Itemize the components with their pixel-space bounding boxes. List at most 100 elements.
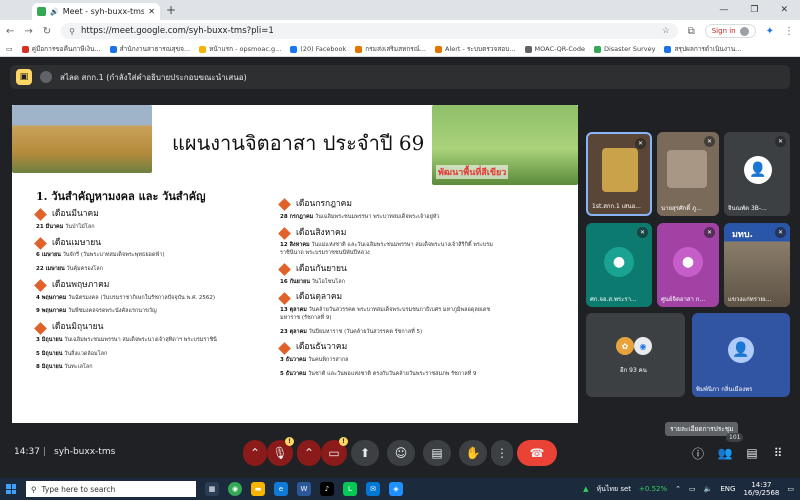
site-info-icon[interactable]: ⚲ (69, 27, 75, 36)
raise-hand-button[interactable]: ✋ (459, 440, 487, 466)
participant-tile[interactable]: ✕ 1st.สกก.1 เสนอ... (586, 132, 652, 216)
back-icon[interactable]: ← (6, 26, 14, 37)
bookmark-item[interactable]: กรมส่งเสริมสหกรณ์... (355, 44, 426, 54)
app-icon[interactable]: ◈ (389, 482, 403, 496)
system-date: 16/9/2568 (743, 489, 780, 497)
menu-kebab-icon[interactable]: ⋮ (784, 26, 794, 37)
profile-avatar-icon (739, 26, 749, 36)
bookmark-favicon-icon (199, 45, 207, 53)
gemini-icon[interactable]: ✦ (766, 26, 774, 37)
bookmark-label: Disaster Survey (603, 45, 656, 53)
more-vert-icon: ⋮ (496, 446, 508, 460)
more-participants-tile[interactable]: ✿ ◉ อีก 93 คน (586, 313, 685, 397)
bookmark-item[interactable]: (20) Facebook (290, 45, 346, 53)
moac-logo-text: มทบ. (732, 230, 753, 240)
maximize-icon[interactable]: ❐ (750, 5, 758, 15)
leave-call-button[interactable]: ☎ (517, 440, 557, 466)
bookmark-star-icon[interactable]: ☆ (662, 26, 670, 36)
extensions-icon[interactable]: ⧉ (688, 26, 695, 37)
language-indicator[interactable]: ENG (720, 485, 735, 493)
forward-icon[interactable]: → (24, 26, 32, 37)
line-icon[interactable]: L (343, 482, 357, 496)
emoji-button[interactable]: ☺ (387, 440, 415, 466)
bookmark-item[interactable]: หน้าแรก - opsmoac.g... (199, 44, 281, 54)
more-options-button[interactable]: ⋮ (491, 440, 513, 466)
chrome-icon[interactable]: ◉ (228, 482, 242, 496)
event-date: 5 มิถุนายน (36, 350, 63, 357)
month-label: เดือนมีนาคม (52, 209, 99, 219)
camera-options-button[interactable]: ⌃ (297, 440, 321, 466)
participant-tile[interactable]: ● ✕ ศก.จอ.ส.พระรา... (586, 223, 652, 307)
bookmark-item[interactable]: สำนักงานสาธารณสุขจ... (109, 44, 190, 54)
event-text: วันทะเลโลก (64, 364, 93, 371)
sign-in-button[interactable]: Sign in (704, 24, 756, 38)
tiktok-icon[interactable]: ♪ (320, 482, 334, 496)
system-tray: ▲ หุ้นไทย set +0.52% ⌃ ▭ 🔈 ENG 14:37 16/… (583, 481, 794, 498)
participant-tile[interactable]: ✕ นายสุรศักดิ์ ภู... (657, 132, 719, 216)
month-heading: เดือนธันวาคม (278, 341, 510, 355)
url-text[interactable]: https://meet.google.com/syh-buxx-tms?pli… (81, 26, 656, 36)
participant-tile[interactable]: มทบ. ✕ แขวงแก่ทรายเ... (724, 223, 790, 307)
network-icon[interactable]: ▭ (689, 485, 696, 493)
right-column: เดือนกรกฎาคม 28 กรกฎาคม วันเฉลิมพระชนมพร… (278, 195, 510, 385)
warning-icon: ! (339, 437, 348, 446)
more-participants-label: อีก 93 คน (620, 367, 647, 374)
meeting-code: syh-buxx-tms (54, 447, 116, 457)
windows-start-icon[interactable] (6, 484, 16, 494)
camera-off-icon: ▭ (328, 446, 340, 460)
participant-avatar: ◉ (634, 337, 652, 355)
month-label: เดือนตุลาคม (296, 292, 343, 303)
taskbar-search[interactable]: ⚲ Type here to search (26, 481, 196, 497)
bookmark-item[interactable]: คู่มือการขอคืนภาษีเงิน... (21, 44, 101, 54)
activities-icon[interactable]: ⠿ (769, 444, 787, 462)
chat-icon[interactable]: ▤ (743, 444, 761, 462)
new-tab-icon[interactable]: + (166, 3, 176, 17)
reload-icon[interactable]: ↻ (43, 26, 51, 37)
diamond-bullet-icon (278, 341, 291, 355)
notification-icon[interactable]: ▭ (787, 485, 794, 493)
participant-name: 1st.สกก.1 เสนอ... (592, 203, 641, 210)
edge-icon[interactable]: e (274, 482, 288, 496)
mic-options-button[interactable]: ⌃ (243, 440, 267, 466)
omnibox[interactable]: ⚲ https://meet.google.com/syh-buxx-tms?p… (61, 23, 678, 39)
tab-meet[interactable]: 🔊 Meet - syh-buxx-tms ✕ (32, 3, 160, 20)
present-button[interactable]: ⬆ (351, 440, 379, 466)
hand-icon: ✋ (465, 446, 481, 460)
minimize-icon[interactable]: — (719, 5, 728, 15)
bookmarks-bar: ▭ คู่มือการขอคืนภาษีเงิน... สำนักงานสาธา… (0, 42, 800, 57)
bookmark-item[interactable]: Disaster Survey (593, 45, 656, 53)
captions-button[interactable]: ▤ (423, 440, 451, 466)
event-date: 12 สิงหาคม (280, 242, 310, 249)
meet-favicon-icon (37, 7, 46, 16)
event-item: 13 ตุลาคม วันคล้ายวันสวรรคต พระบาทสมเด็จ… (280, 307, 510, 322)
task-view-icon[interactable]: ▦ (205, 482, 219, 496)
people-icon[interactable]: 👥 (716, 444, 734, 462)
participant-tile[interactable]: 👤 พิมพ์นิภา กลิ่นเมืองพร (692, 313, 790, 397)
event-date: 9 พฤษภาคม (36, 308, 67, 315)
participant-tile[interactable]: 👤 ✕ จินณพัต 3B-... (724, 132, 790, 216)
participant-tile[interactable]: ● ✕ ศูนย์จิตอาสา ก... (657, 223, 719, 307)
word-icon[interactable]: W (297, 482, 311, 496)
system-clock[interactable]: 14:37 16/9/2568 (743, 481, 779, 498)
bookmark-item[interactable]: MOAC-QR-Code (524, 45, 585, 53)
event-text: วันโอโซนโลก (311, 278, 345, 285)
close-window-icon[interactable]: ✕ (780, 5, 788, 15)
bookmark-item[interactable]: Alert - ระบบตรวจสอบ... (434, 44, 516, 54)
meeting-clock: 14:37 (14, 447, 40, 457)
month-label: เดือนเมษายน (52, 237, 102, 248)
bookmark-item[interactable]: สรุปผลการดำเนินงาน... (664, 44, 741, 54)
meeting-details-icon[interactable]: ⓘ (689, 444, 707, 462)
volume-icon[interactable]: 🔈 (704, 485, 713, 493)
mail-icon[interactable]: ✉ (366, 482, 380, 496)
bookmark-favicon-icon (593, 45, 601, 53)
month-heading: เดือนพฤษภาคม (34, 279, 266, 293)
present-icon: ⬆ (359, 446, 371, 460)
file-explorer-icon[interactable]: ▬ (251, 482, 265, 496)
stock-name[interactable]: หุ้นไทย set (596, 484, 631, 495)
mic-toggle-button[interactable]: 🎙 ! (267, 437, 294, 466)
speaker-icon[interactable]: 🔊 (50, 8, 59, 16)
camera-toggle-button[interactable]: ▭ ! (321, 437, 348, 466)
close-tab-icon[interactable]: ✕ (148, 7, 155, 16)
chevron-up-icon[interactable]: ⌃ (675, 485, 681, 493)
bookmarks-toggle-icon[interactable]: ▭ (6, 45, 13, 53)
